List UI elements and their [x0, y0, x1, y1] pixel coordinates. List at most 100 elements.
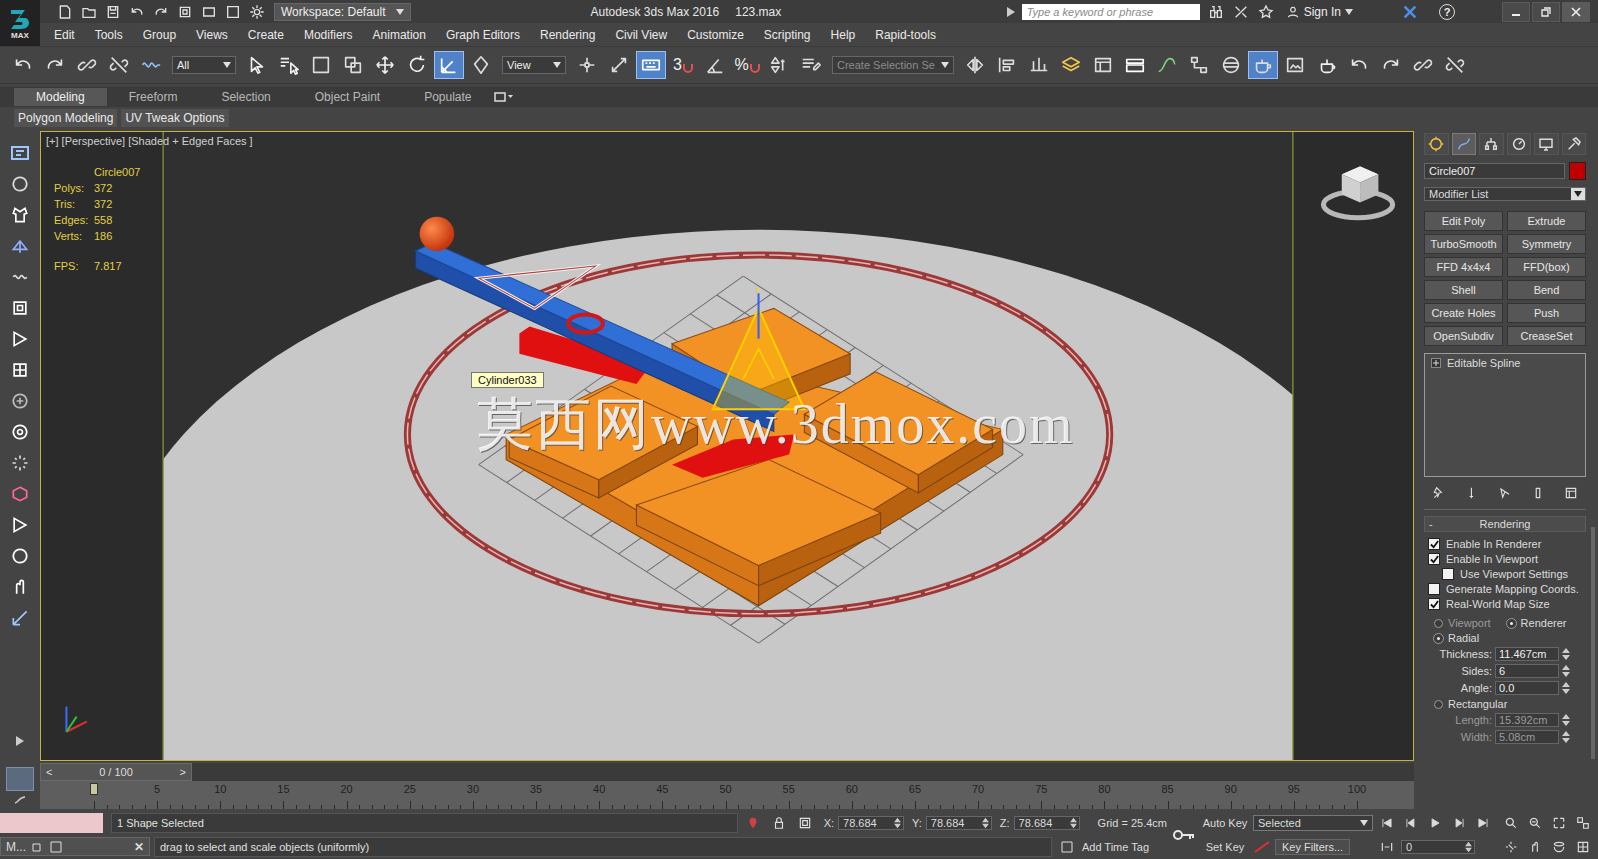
toolbar-button[interactable]: [274, 51, 304, 79]
toolbar-button[interactable]: [992, 51, 1022, 79]
auto-key-button[interactable]: Auto Key: [1201, 815, 1249, 831]
quick-access-button[interactable]: [78, 2, 100, 22]
toolbar-button[interactable]: [434, 51, 464, 79]
toolbar-button[interactable]: [1344, 51, 1374, 79]
minimize-button[interactable]: [1502, 2, 1530, 22]
default-tangent-icon[interactable]: [1253, 840, 1271, 854]
stack-tool-button[interactable]: [1428, 484, 1450, 502]
coordinate-field[interactable]: 78.684: [926, 816, 992, 830]
left-toolbar-button[interactable]: [5, 606, 35, 630]
scale-gizmo[interactable]: z: [713, 285, 805, 409]
current-frame-marker[interactable]: [90, 783, 98, 795]
search-field[interactable]: Type a keyword or phrase: [1022, 4, 1200, 20]
toolbar-button[interactable]: [136, 51, 166, 79]
red-sphere[interactable]: [420, 217, 455, 251]
orange-box[interactable]: [636, 460, 880, 586]
toolbar-dropdown[interactable]: View: [502, 56, 566, 74]
left-toolbar-button[interactable]: [5, 234, 35, 258]
toolbar-button[interactable]: [1120, 51, 1150, 79]
restore-icon[interactable]: [32, 841, 44, 853]
workspace-dropdown[interactable]: Workspace: Default: [274, 3, 411, 21]
toolbar-button[interactable]: [8, 51, 38, 79]
maxscript-listener[interactable]: [0, 813, 103, 833]
snap-toggle[interactable]: 3: [668, 51, 698, 79]
set-key-toggle[interactable]: [1167, 811, 1201, 859]
set-key-button[interactable]: Set Key: [1201, 839, 1249, 855]
left-toolbar-button[interactable]: [5, 513, 35, 537]
spinner[interactable]: Angle: 0.0: [1424, 681, 1586, 695]
command-panel-tab[interactable]: [1479, 133, 1504, 155]
ribbon-tab[interactable]: Selection: [199, 88, 292, 106]
command-panel-tab[interactable]: [1452, 133, 1477, 155]
toolbar-button[interactable]: [242, 51, 272, 79]
toolbar-button[interactable]: [40, 51, 70, 79]
object-name-field[interactable]: Circle007: [1424, 163, 1565, 179]
toolbar-button[interactable]: [402, 51, 432, 79]
rollout-header[interactable]: - Rendering: [1424, 516, 1586, 532]
menu-item[interactable]: Scripting: [754, 28, 821, 42]
toolbar-button[interactable]: [306, 51, 336, 79]
menu-item[interactable]: Animation: [363, 28, 436, 42]
modifier-button[interactable]: Bend: [1507, 280, 1586, 300]
quick-access-button[interactable]: [102, 2, 124, 22]
stack-tool-button[interactable]: [1527, 484, 1549, 502]
quick-access-button[interactable]: [126, 2, 148, 22]
ribbon-tab[interactable]: Populate: [402, 88, 493, 106]
spinner-arrows-icon[interactable]: [982, 817, 989, 829]
viewport-navigation-button[interactable]: [1549, 837, 1569, 857]
spinner-arrows-icon[interactable]: [1562, 647, 1570, 661]
toolbar-button[interactable]: [338, 51, 368, 79]
spinner[interactable]: Thickness: 11.467cm: [1424, 647, 1586, 661]
menu-item[interactable]: Create: [238, 28, 294, 42]
expand-arrow-icon[interactable]: [1007, 7, 1015, 17]
left-toolbar-button[interactable]: [5, 451, 35, 475]
help-button[interactable]: ?: [1439, 4, 1455, 20]
modifier-button[interactable]: Push: [1507, 303, 1586, 323]
toolbar-button[interactable]: [796, 51, 826, 79]
modifier-button[interactable]: CreaseSet: [1507, 326, 1586, 346]
viewport-navigation-button[interactable]: [1525, 813, 1545, 833]
left-toolbar-button[interactable]: [5, 265, 35, 289]
toolbar-button[interactable]: [1024, 51, 1054, 79]
view-cube[interactable]: [1323, 166, 1392, 217]
left-toolbar-button[interactable]: [5, 358, 35, 382]
radio-button[interactable]: Rectangular: [1424, 698, 1586, 710]
toolbar-button[interactable]: [1152, 51, 1182, 79]
object-color-swatch[interactable]: [1569, 162, 1586, 180]
menu-item[interactable]: Views: [186, 28, 238, 42]
curve-toggle-icon[interactable]: [14, 795, 26, 805]
key-mode-toggle[interactable]: [1377, 837, 1397, 857]
key-filters-button[interactable]: Key Filters...: [1275, 839, 1350, 855]
stack-tool-button[interactable]: [1494, 484, 1516, 502]
menu-item[interactable]: Group: [133, 28, 186, 42]
toolbar-button[interactable]: [1408, 51, 1438, 79]
close-button[interactable]: [1562, 2, 1590, 22]
toolbar-button[interactable]: [1280, 51, 1310, 79]
spinner-arrows-icon[interactable]: [1562, 681, 1570, 695]
left-toolbar-button[interactable]: [5, 544, 35, 568]
ribbon-panel-tab[interactable]: Polygon Modeling: [14, 109, 117, 127]
gear-button[interactable]: [246, 2, 268, 22]
coordinate-field[interactable]: 78.684: [1014, 816, 1080, 830]
toolbar-button[interactable]: [572, 51, 602, 79]
toolbar-button[interactable]: [604, 51, 634, 79]
expand-box-icon[interactable]: [1431, 358, 1441, 368]
expand-toolbar-button[interactable]: [5, 729, 35, 753]
spinner-arrows-icon[interactable]: [894, 817, 901, 829]
command-panel-tab[interactable]: [1534, 133, 1559, 155]
menu-item[interactable]: Tools: [85, 28, 133, 42]
snap-toggle[interactable]: %: [732, 51, 762, 79]
ribbon-options-icon[interactable]: [494, 91, 514, 103]
toolbar-button[interactable]: [1056, 51, 1086, 79]
spinner[interactable]: Width: 5.08cm: [1424, 730, 1586, 744]
radio-button[interactable]: Viewport: [1434, 617, 1491, 629]
radio-button[interactable]: Renderer: [1507, 617, 1567, 629]
menu-item[interactable]: Rendering: [530, 28, 605, 42]
toolbar-button[interactable]: [1216, 51, 1246, 79]
toolbar-button[interactable]: [1184, 51, 1214, 79]
left-toolbar-button[interactable]: [5, 575, 35, 599]
ground-plane[interactable]: [163, 230, 1293, 760]
checkbox[interactable]: Enable In Renderer: [1424, 538, 1586, 550]
ribbon-tab[interactable]: Object Paint: [293, 88, 402, 106]
viewport-navigation-button[interactable]: [1501, 837, 1521, 857]
